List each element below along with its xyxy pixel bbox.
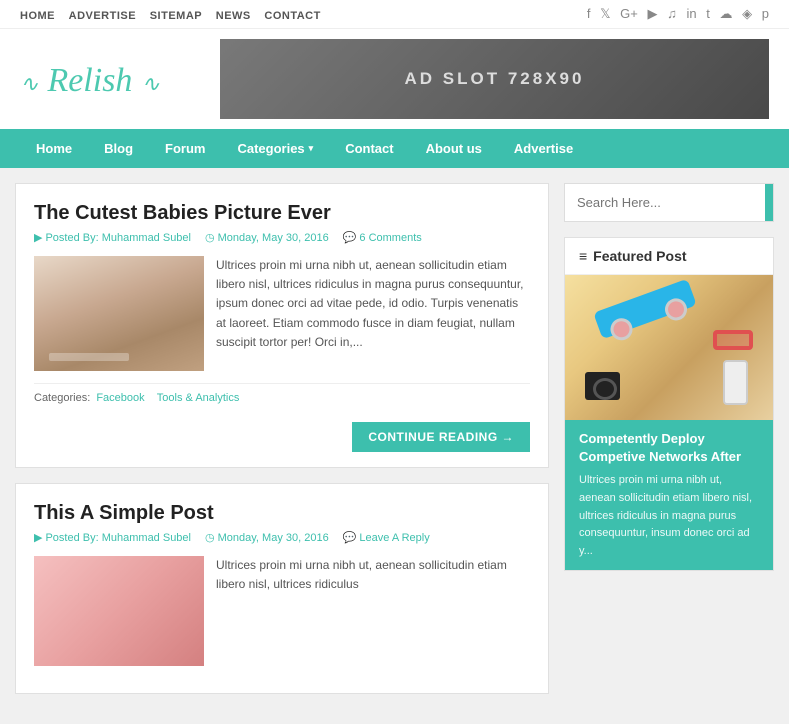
- post-thumbnail-2: [34, 556, 204, 666]
- content-area: The Cutest Babies Picture Ever ▶ Posted …: [0, 183, 789, 709]
- clock-icon-2: ◷: [205, 531, 215, 544]
- sidebar: 🔍 ≡ Featured Post Competently Deploy Com…: [564, 183, 774, 709]
- nav-home[interactable]: HOME: [20, 10, 55, 22]
- search-input[interactable]: [565, 184, 765, 221]
- sunglasses-decoration: [713, 330, 753, 350]
- nav-advertise[interactable]: ADVERTISE: [69, 10, 136, 22]
- logo-tilde-right: ∿: [141, 71, 159, 96]
- top-nav: HOME ADVERTISE SITEMAP NEWS CONTACT: [20, 7, 331, 22]
- widget-title-text: Featured Post: [593, 248, 686, 264]
- post-card-1: The Cutest Babies Picture Ever ▶ Posted …: [15, 183, 549, 468]
- ad-slot: AD SLOT 728X90: [220, 39, 769, 119]
- nav-blog-main[interactable]: Blog: [88, 129, 149, 168]
- music-icon[interactable]: ♫: [667, 6, 677, 21]
- featured-post-text: Ultrices proin mi urna nibh ut, aenean s…: [579, 472, 759, 560]
- nav-contact-main[interactable]: Contact: [329, 129, 409, 168]
- social-icons: f 𝕏 G+ ▶ ♫ in t ☁ ◈ p: [581, 6, 769, 22]
- sidebar-search: 🔍: [564, 183, 774, 222]
- header: ∿ Relish ∿ AD SLOT 728X90: [0, 29, 789, 129]
- soundcloud-icon[interactable]: ☁: [720, 6, 733, 21]
- instagram-icon[interactable]: ◈: [742, 6, 752, 21]
- thumbnail-image-1: [34, 256, 204, 371]
- featured-post-widget: ≡ Featured Post Competently Deploy Compe…: [564, 237, 774, 571]
- post-thumbnail-1: [34, 256, 204, 371]
- widget-title: ≡ Featured Post: [565, 238, 773, 275]
- post-categories-1: Categories: Facebook Tools & Analytics: [34, 383, 530, 412]
- nav-contact[interactable]: CONTACT: [264, 10, 320, 22]
- skateboard-decoration: [593, 279, 697, 340]
- nav-news[interactable]: NEWS: [216, 10, 251, 22]
- search-button[interactable]: 🔍: [765, 184, 774, 221]
- logo-text: Relish: [47, 62, 132, 99]
- logo-tilde-left: ∿: [20, 71, 38, 96]
- post-date-2: ◷ Monday, May 30, 2016: [205, 531, 329, 544]
- clock-icon: ◷: [205, 231, 215, 244]
- featured-post-description: Competently Deploy Competive Networks Af…: [565, 420, 773, 570]
- twitter-icon[interactable]: 𝕏: [600, 6, 610, 21]
- nav-categories-main[interactable]: Categories ▾: [221, 129, 329, 168]
- dropdown-arrow-icon: ▾: [309, 143, 314, 154]
- category-facebook[interactable]: Facebook: [96, 392, 144, 404]
- comment-icon: 💬: [343, 231, 357, 244]
- nav-advertise-main[interactable]: Advertise: [498, 129, 589, 168]
- nav-home-main[interactable]: Home: [20, 129, 88, 168]
- post-footer-1: CONTINUE READING →: [34, 412, 530, 467]
- post-body-1: Ultrices proin mi urna nibh ut, aenean s…: [34, 256, 530, 371]
- post-title-2: This A Simple Post: [34, 502, 530, 525]
- google-plus-icon[interactable]: G+: [620, 6, 638, 21]
- continue-reading-button-1[interactable]: CONTINUE READING →: [352, 422, 530, 452]
- phone-decoration: [723, 360, 748, 405]
- post-date-1: ◷ Monday, May 30, 2016: [205, 231, 329, 244]
- list-icon: ≡: [579, 248, 587, 264]
- post-author-2: ▶ Posted By: Muhammad Subel: [34, 531, 191, 544]
- user-icon-2: ▶: [34, 531, 42, 544]
- category-tools[interactable]: Tools & Analytics: [157, 392, 240, 404]
- post-excerpt-1: Ultrices proin mi urna nibh ut, aenean s…: [216, 256, 530, 371]
- pinterest-icon[interactable]: p: [762, 6, 769, 21]
- featured-image-inner: [565, 275, 773, 420]
- main-nav: Home Blog Forum Categories ▾ Contact Abo…: [0, 129, 789, 168]
- post-comments-1: 💬 6 Comments: [343, 231, 422, 244]
- post-title-1: The Cutest Babies Picture Ever: [34, 202, 530, 225]
- camera-decoration: [585, 372, 620, 400]
- nav-sitemap[interactable]: SITEMAP: [150, 10, 202, 22]
- tumblr-icon[interactable]: t: [706, 6, 710, 21]
- comment-icon-2: 💬: [343, 531, 357, 544]
- post-card-2: This A Simple Post ▶ Posted By: Muhammad…: [15, 483, 549, 694]
- main-content: The Cutest Babies Picture Ever ▶ Posted …: [15, 183, 549, 709]
- top-bar: HOME ADVERTISE SITEMAP NEWS CONTACT f 𝕏 …: [0, 0, 789, 29]
- post-meta-2: ▶ Posted By: Muhammad Subel ◷ Monday, Ma…: [34, 531, 530, 544]
- post-meta-1: ▶ Posted By: Muhammad Subel ◷ Monday, Ma…: [34, 231, 530, 244]
- nav-about-main[interactable]: About us: [410, 129, 498, 168]
- facebook-icon[interactable]: f: [587, 6, 591, 21]
- post-body-2: Ultrices proin mi urna nibh ut, aenean s…: [34, 556, 530, 666]
- ad-slot-text: AD SLOT 728X90: [405, 69, 585, 89]
- post-author-1: ▶ Posted By: Muhammad Subel: [34, 231, 191, 244]
- logo[interactable]: ∿ Relish ∿: [20, 58, 220, 100]
- linkedin-icon[interactable]: in: [687, 6, 697, 21]
- post-comments-2: 💬 Leave A Reply: [343, 531, 430, 544]
- nav-forum-main[interactable]: Forum: [149, 129, 221, 168]
- featured-image: [565, 275, 773, 420]
- post-excerpt-2: Ultrices proin mi urna nibh ut, aenean s…: [216, 556, 530, 666]
- youtube-icon[interactable]: ▶: [648, 6, 658, 21]
- featured-post-title[interactable]: Competently Deploy Competive Networks Af…: [579, 430, 759, 466]
- user-icon: ▶: [34, 231, 42, 244]
